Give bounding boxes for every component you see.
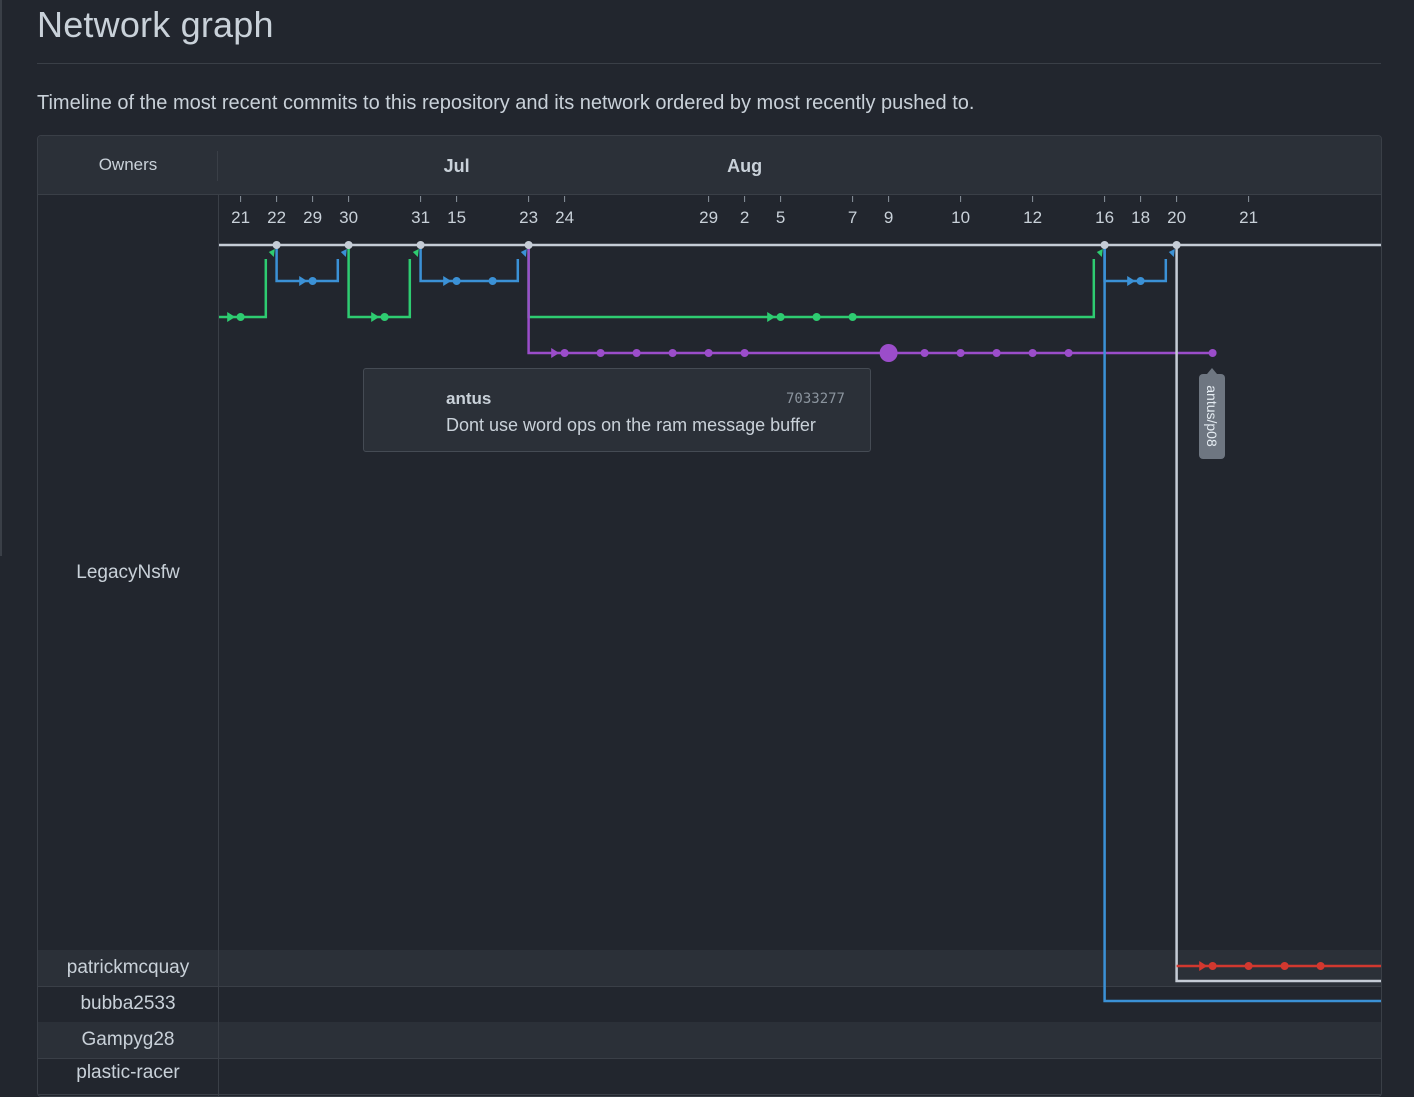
- commit-dot: [236, 313, 245, 321]
- day-label: 2: [740, 208, 749, 227]
- day-label: 30: [339, 208, 358, 227]
- merge-arrow: [1127, 276, 1136, 286]
- day-label: 16: [1095, 208, 1114, 227]
- day-label: 24: [555, 208, 574, 227]
- commit-dot: [272, 241, 281, 249]
- merge-arrow: [443, 276, 452, 286]
- day-label: 20: [1167, 208, 1186, 227]
- commit-dot: [992, 349, 1001, 357]
- purple-branch-line: [527, 245, 1213, 355]
- day-label: 15: [447, 208, 466, 227]
- commit-dot: [308, 277, 317, 285]
- green-branch-line: [219, 259, 268, 319]
- commit-dot: [596, 349, 605, 357]
- bubba2533-branch-line: [1103, 245, 1381, 1003]
- commit-dot: [416, 241, 425, 249]
- merge-arrow: [371, 312, 380, 322]
- commit-dot: [704, 349, 713, 357]
- commit-dot: [956, 349, 965, 357]
- day-label: 21: [1239, 208, 1258, 227]
- day-label: 31: [411, 208, 430, 227]
- commit-dot: [776, 313, 785, 321]
- branch-label-text: antus/p08: [1204, 385, 1220, 447]
- commit-dot: [560, 349, 569, 357]
- commit-dot: [1100, 241, 1109, 249]
- day-label: 10: [951, 208, 970, 227]
- merge-arrow: [268, 249, 275, 257]
- commit-dot: [1244, 962, 1253, 970]
- merge-arrow: [1168, 249, 1175, 257]
- left-edge: [0, 0, 2, 556]
- commit-dot: [488, 277, 497, 285]
- commit-dot: [1136, 277, 1145, 285]
- title-divider: [37, 63, 1381, 64]
- commit-dot: [344, 241, 353, 249]
- blue-branch-line: [1103, 245, 1168, 283]
- commit-dot: [1028, 349, 1037, 357]
- merge-arrow: [299, 276, 308, 286]
- commit-dot: [668, 349, 677, 357]
- commit-dot: [1208, 349, 1217, 357]
- merge-arrow: [1199, 961, 1208, 971]
- merge-arrow: [767, 312, 776, 322]
- commit-dot: [848, 313, 857, 321]
- commit-dot: [1172, 241, 1181, 249]
- day-label: 23: [519, 208, 538, 227]
- patrickmcquay-master-line: [1175, 245, 1381, 983]
- commit-dot: [452, 277, 461, 285]
- branch-label[interactable]: antus/p08: [1199, 368, 1225, 459]
- green-branch-line: [347, 245, 412, 319]
- commit-dot: [740, 349, 749, 357]
- commit-dot: [380, 313, 389, 321]
- day-label: 7: [848, 208, 857, 227]
- commit-dot: [812, 313, 821, 321]
- tooltip-author: antus: [446, 389, 492, 408]
- commit-dot: [1280, 962, 1289, 970]
- day-label: 29: [303, 208, 322, 227]
- day-label: 29: [699, 208, 718, 227]
- commit-tooltip: antus 7033277 Dont use word ops on the r…: [363, 368, 871, 452]
- commit-dot: [632, 349, 641, 357]
- commit-dot: [524, 241, 533, 249]
- merge-arrow: [340, 249, 347, 257]
- green-branch-line: [527, 245, 1096, 319]
- day-label: 21: [231, 208, 250, 227]
- network-graph[interactable]: Owners Jul Aug LegacyNsfw patrickmcquay bub…: [37, 135, 1382, 1097]
- merge-arrow: [227, 312, 236, 322]
- day-label: 12: [1023, 208, 1042, 227]
- blue-branch-line: [419, 245, 520, 283]
- merge-arrow: [520, 249, 527, 257]
- commit-graph-canvas[interactable]: 21 22 29 30 31 15 23 24 29 2 5 7 9 10 12 16 18 20 21: [38, 136, 1381, 1096]
- merge-arrow: [551, 348, 560, 358]
- day-label: 5: [776, 208, 785, 227]
- day-label: 18: [1131, 208, 1150, 227]
- merge-arrow: [1096, 249, 1103, 257]
- merge-arrow: [412, 249, 419, 257]
- tooltip-message: Dont use word ops on the ram message buf…: [446, 415, 816, 435]
- day-label: 22: [267, 208, 286, 227]
- commit-dot: [1316, 962, 1325, 970]
- page-description: Timeline of the most recent commits to t…: [37, 92, 975, 114]
- commit-dot: [1208, 962, 1217, 970]
- commit-dot: [1064, 349, 1073, 357]
- selected-commit-dot: [879, 344, 898, 362]
- commit-dot: [920, 349, 929, 357]
- page-title: Network graph: [37, 4, 274, 45]
- day-label: 9: [884, 208, 893, 227]
- tooltip-sha: 7033277: [785, 391, 845, 407]
- blue-branch-line: [275, 245, 340, 283]
